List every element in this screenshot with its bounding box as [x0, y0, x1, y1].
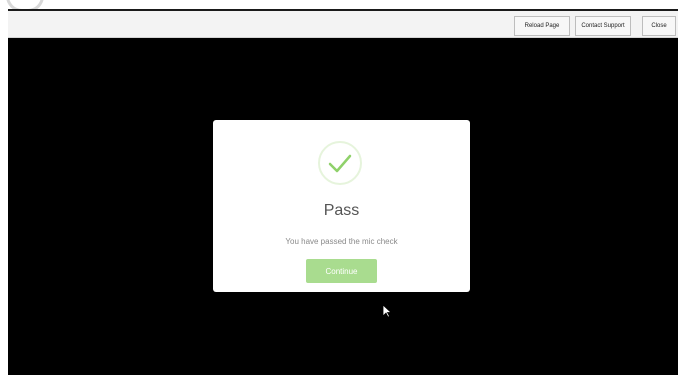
toolbar: Reload Page Contact Support Close — [8, 11, 678, 38]
app-window: Reload Page Contact Support Close Pass Y… — [0, 0, 681, 379]
reload-page-button[interactable]: Reload Page — [514, 16, 570, 36]
dialog-message: You have passed the mic check — [285, 237, 398, 246]
contact-support-button[interactable]: Contact Support — [575, 16, 631, 36]
close-button[interactable]: Close — [642, 16, 676, 36]
content-stage: Pass You have passed the mic check Conti… — [8, 38, 678, 375]
continue-button[interactable]: Continue — [306, 259, 377, 283]
mic-check-dialog: Pass You have passed the mic check Conti… — [213, 120, 470, 292]
mouse-pointer-icon — [382, 304, 393, 323]
dialog-title: Pass — [323, 202, 360, 219]
checkmark-icon — [318, 141, 362, 185]
window-bottom-edge — [0, 375, 681, 379]
